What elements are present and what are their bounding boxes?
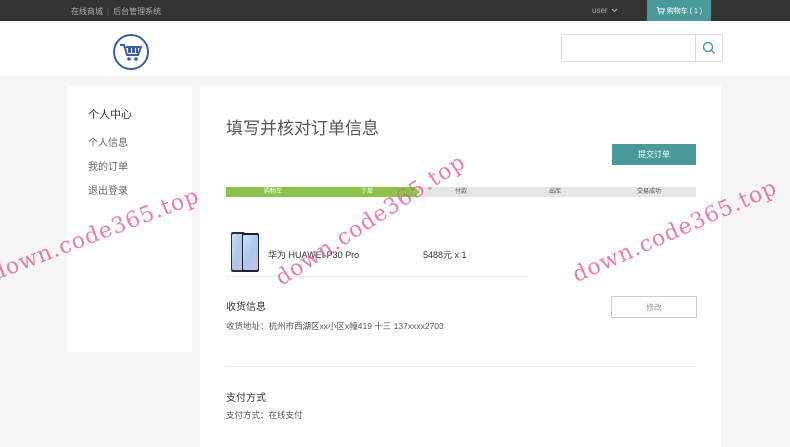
- top-bar: 在线商城 | 后台管理系统 user 购物车 ( 1 ): [0, 0, 790, 21]
- cart-logo-icon[interactable]: [113, 34, 149, 70]
- progress-step-ship: 出库: [548, 189, 561, 195]
- cart-label: 购物车 ( 1 ): [666, 7, 703, 15]
- user-label: user: [592, 6, 608, 15]
- submit-order-button[interactable]: 提交订单: [612, 144, 696, 165]
- shipping-title: 收货信息: [226, 302, 266, 313]
- order-item: 华为 HUAWEI P30 Pro 5488元 x 1: [226, 231, 528, 277]
- edit-address-button[interactable]: 修改: [611, 296, 697, 318]
- search-input[interactable]: [562, 35, 696, 61]
- shipping-address: 收货地址：杭州市西湖区xx小区x幢419 十三 137xxxx2703: [226, 321, 444, 331]
- sidebar-item-profile[interactable]: 个人信息: [88, 134, 192, 149]
- progress-step-order: 下单: [360, 189, 373, 195]
- sidebar-item-orders[interactable]: 我的订单: [88, 158, 192, 173]
- page-title: 填写并核对订单信息: [226, 119, 379, 138]
- order-progress-bar: 购物车 下单 付款 出库 交易成功: [226, 187, 696, 197]
- product-name[interactable]: 华为 HUAWEI P30 Pro: [268, 248, 359, 261]
- chevron-down-icon: [611, 8, 617, 13]
- user-menu[interactable]: user: [592, 6, 618, 15]
- top-links: 在线商城 | 后台管理系统: [71, 6, 161, 17]
- admin-link[interactable]: 后台管理系统: [113, 6, 161, 17]
- progress-step-pay: 付款: [454, 189, 467, 195]
- payment-title: 支付方式: [226, 393, 266, 404]
- store-link[interactable]: 在线商城: [71, 6, 103, 17]
- sidebar-item-logout[interactable]: 退出登录: [88, 182, 192, 197]
- progress-step-cart: 购物车: [263, 189, 282, 195]
- progress-step-done: 交易成功: [636, 189, 661, 195]
- cart-button[interactable]: 购物车 ( 1 ): [647, 0, 711, 21]
- sidebar-title: 个人中心: [88, 109, 132, 121]
- header: [0, 21, 790, 75]
- sidebar: 个人中心 个人信息 我的订单 退出登录: [67, 86, 192, 352]
- cart-icon: [656, 6, 665, 14]
- payment-method: 支付方式：在线支付: [226, 410, 303, 420]
- product-price-qty: 5488元 x 1: [423, 250, 467, 260]
- section-divider: [226, 366, 696, 367]
- search-button[interactable]: [695, 35, 722, 61]
- search-icon: [702, 41, 716, 54]
- product-image[interactable]: [228, 231, 264, 273]
- order-panel: 填写并核对订单信息 提交订单 购物车 下单 付款 出库 交易成功 华为 HUAW…: [200, 86, 721, 447]
- search-box: [561, 34, 723, 62]
- top-links-separator: |: [107, 7, 110, 16]
